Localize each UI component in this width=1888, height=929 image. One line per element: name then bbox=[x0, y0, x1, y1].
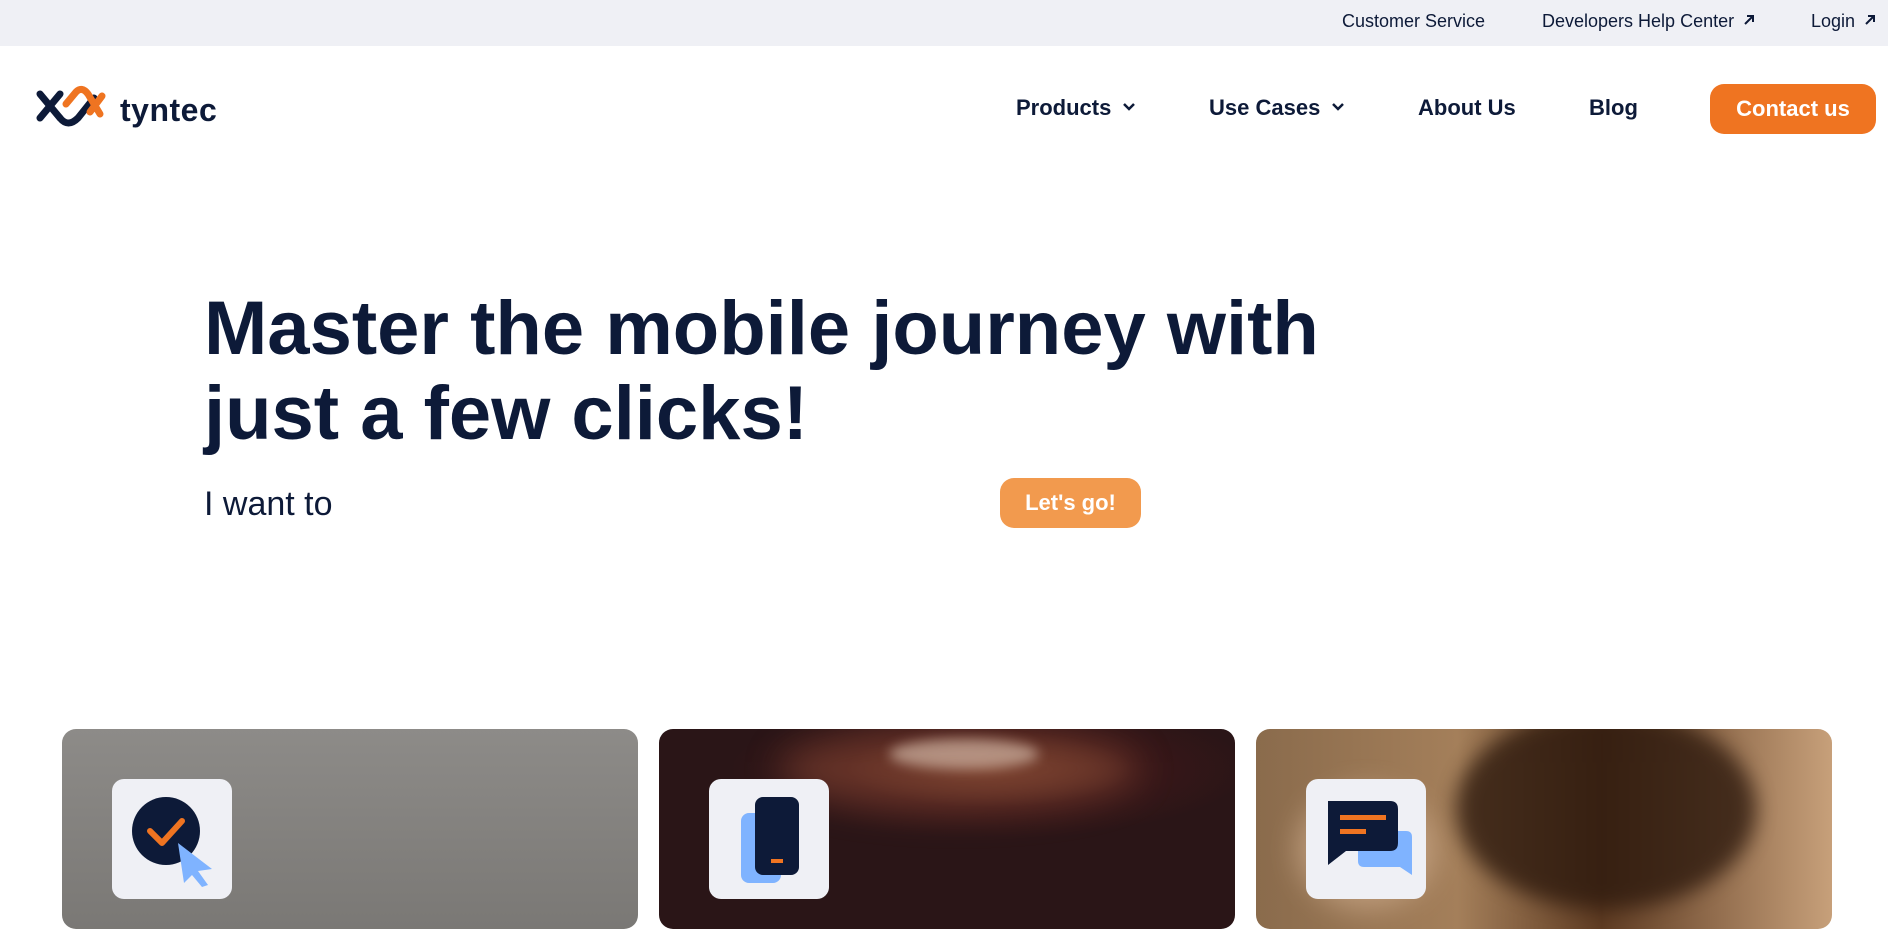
feature-card-messaging[interactable] bbox=[1256, 729, 1832, 929]
mobile-phone-icon bbox=[709, 779, 829, 899]
nav-use-cases-label: Use Cases bbox=[1209, 95, 1321, 120]
nav-about-us-label: About Us bbox=[1418, 95, 1516, 120]
photo-blur bbox=[1456, 729, 1756, 909]
chat-bubbles-icon bbox=[1306, 779, 1426, 899]
nav-products[interactable]: Products bbox=[1016, 95, 1137, 121]
customer-service-label: Customer Service bbox=[1342, 11, 1486, 31]
chevron-down-icon bbox=[1121, 95, 1137, 121]
developers-help-center-link[interactable]: Developers Help Center bbox=[1542, 11, 1756, 32]
login-label: Login bbox=[1811, 11, 1856, 31]
chevron-down-icon bbox=[1330, 95, 1346, 121]
nav-products-label: Products bbox=[1016, 95, 1112, 120]
lets-go-button[interactable]: Let's go! bbox=[1000, 478, 1141, 528]
nav-use-cases[interactable]: Use Cases bbox=[1209, 95, 1346, 121]
contact-us-button[interactable]: Contact us bbox=[1710, 84, 1876, 134]
hero-title: Master the mobile journey with just a fe… bbox=[204, 286, 1319, 456]
nav-blog-label: Blog bbox=[1589, 95, 1638, 120]
feature-card-verify[interactable] bbox=[62, 729, 638, 929]
nav-blog[interactable]: Blog bbox=[1589, 95, 1638, 121]
brand-logo[interactable]: tyntec bbox=[36, 84, 217, 137]
utility-bar: Customer Service Developers Help Center … bbox=[0, 0, 1888, 46]
external-arrow-icon bbox=[1863, 11, 1877, 32]
hero-subtitle: I want to bbox=[204, 485, 333, 523]
external-arrow-icon bbox=[1742, 11, 1756, 32]
login-link[interactable]: Login bbox=[1811, 11, 1877, 32]
photo-blur bbox=[889, 739, 1039, 769]
developers-help-center-label: Developers Help Center bbox=[1542, 11, 1735, 31]
brand-name: tyntec bbox=[120, 92, 218, 128]
checkmark-cursor-icon bbox=[112, 779, 232, 899]
customer-service-link[interactable]: Customer Service bbox=[1342, 11, 1485, 32]
tyntec-logo-icon bbox=[36, 84, 108, 137]
feature-card-mobile[interactable] bbox=[659, 729, 1235, 929]
nav-about-us[interactable]: About Us bbox=[1418, 95, 1516, 121]
